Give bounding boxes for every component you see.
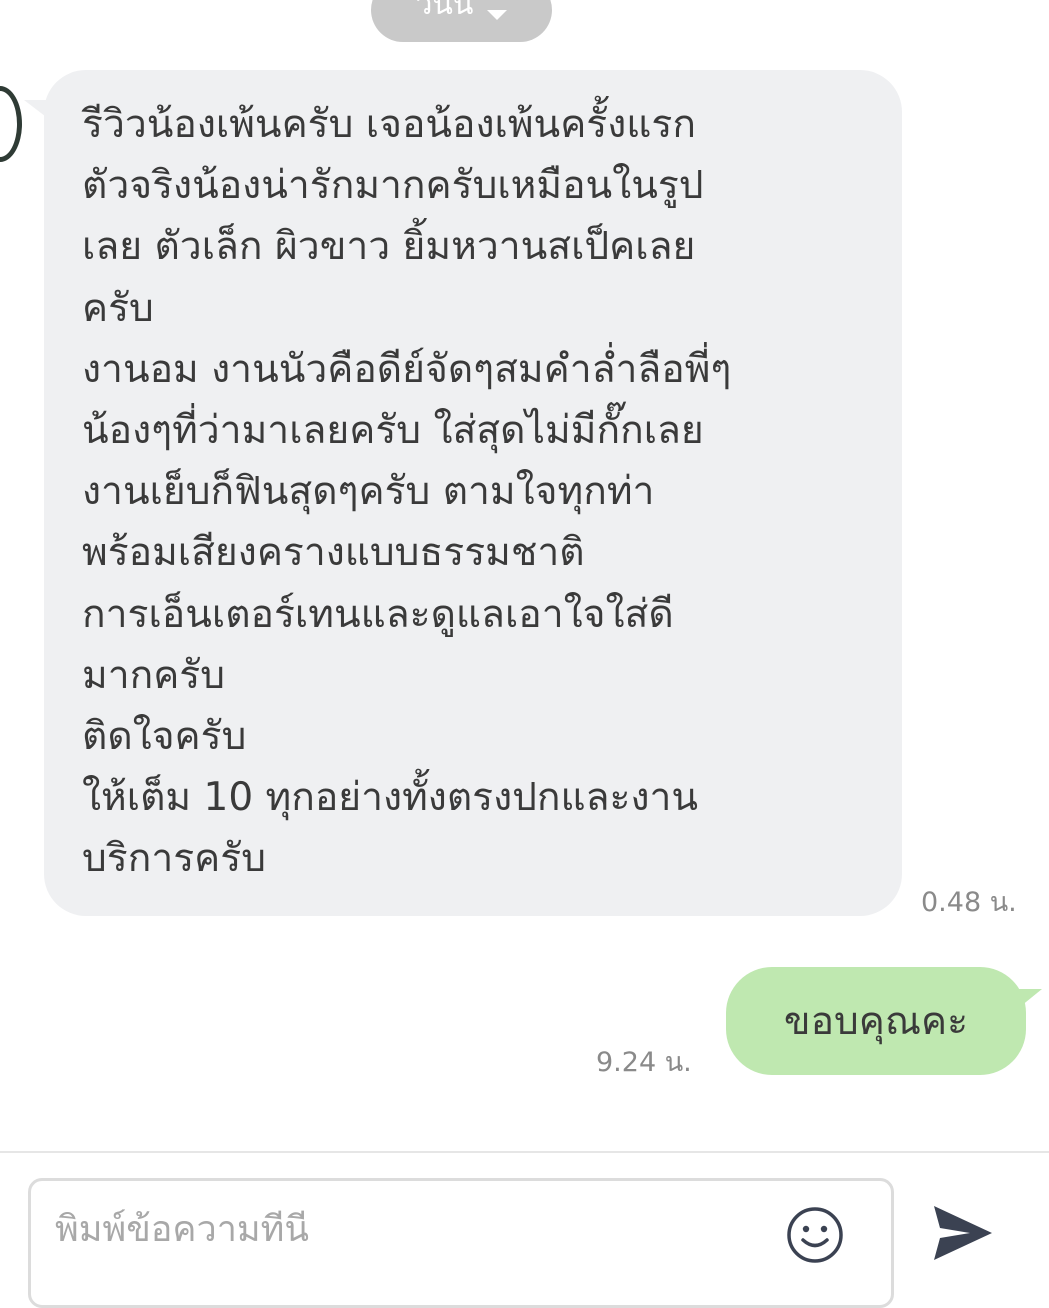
message-input[interactable] [55, 1209, 755, 1250]
message-line: งานอม งานนัวคือดีย์จัดๆสมคำล่ำลือพี่ๆ [82, 346, 732, 392]
message-line: เลย ตัวเล็ก ผิวขาว ยิ้มหวานสเป็คเลย [82, 224, 696, 270]
message-line: งานเย็บก็ฟินสุดๆครับ ตามใจทุกท่า [82, 469, 655, 515]
composer-divider [0, 1151, 1049, 1153]
message-line: มากครับ [82, 652, 226, 698]
sender-avatar[interactable] [0, 86, 22, 162]
message-line: น้องๆที่ว่ามาเลยครับ ใส่สุดไม่มีกั๊กเลย [82, 408, 704, 454]
sent-message-bubble: ขอบคุณคะ [726, 967, 1042, 1075]
message-input-container[interactable] [28, 1178, 894, 1308]
message-line: การเอ็นเตอร์เทนและดูแลเอาใจใส่ดี [82, 591, 674, 637]
date-separator-button[interactable]: วันนี้ [371, 0, 552, 42]
received-message-time: 0.48 น. [921, 887, 1017, 918]
caret-down-icon [487, 10, 508, 20]
send-arrow-icon[interactable] [930, 1202, 994, 1264]
message-line: ติดใจครับ [82, 714, 247, 760]
sent-message-time: 9.24 น. [596, 1047, 692, 1078]
smiley-face-icon[interactable] [785, 1205, 845, 1265]
sent-message-text: ขอบคุณคะ [783, 999, 969, 1044]
received-message-bubble: รีวิวน้องเพ้นครับ เจอน้องเพ้นครั้งแรก ตั… [24, 70, 902, 916]
message-line: ให้เต็ม 10 ทุกอย่างทั้งตรงปกและงาน [82, 775, 699, 821]
message-line: รีวิวน้องเพ้นครับ เจอน้องเพ้นครั้งแรก [82, 102, 696, 147]
message-line: ครับ [82, 285, 154, 331]
message-line: บริการครับ [82, 836, 266, 882]
message-line: ตัวจริงน้องน่ารักมากครับเหมือนในรูป [82, 163, 704, 209]
message-line: พร้อมเสียงครางแบบธรรมชาติ [82, 530, 585, 576]
date-label: วันนี้ [415, 0, 474, 22]
